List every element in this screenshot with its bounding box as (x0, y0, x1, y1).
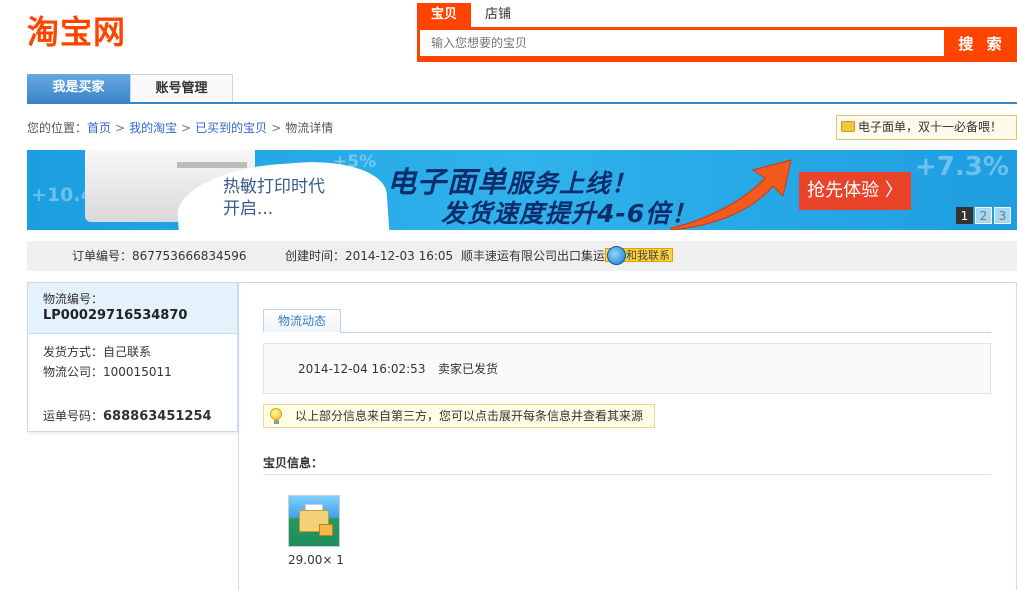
breadcrumb-separator: > (115, 121, 126, 135)
order-number: 订单编号：867753666834596 (72, 241, 247, 271)
search-input[interactable] (420, 30, 944, 56)
message-icon (841, 121, 855, 132)
company-value: 100015011 (103, 365, 172, 379)
promo-link-text: 电子面单，双十一必备喂！ (858, 120, 1003, 134)
third-party-info-tip: 以上部分信息来自第三方，您可以点击展开每条信息并查看其来源 (263, 404, 655, 428)
tab-account-management[interactable]: 账号管理 (130, 74, 233, 102)
tracking-event-status: 卖家已发货 (438, 362, 499, 376)
logistics-summary-panel: 物流编号： LP00029716534870 发货方式：自己联系 物流公司：10… (27, 282, 238, 432)
banner-side-text: 热敏打印时代 开启... (223, 176, 325, 220)
content-divider (238, 282, 239, 590)
logo-text: 淘宝网 (27, 13, 127, 51)
waybill-value: 688863451254 (103, 409, 212, 424)
search-box: 搜 索 (417, 27, 1017, 62)
search-tab-items[interactable]: 宝贝 (417, 3, 472, 27)
order-info-bar: 订单编号：867753666834596 创建时间：2014-12-03 16:… (27, 241, 1017, 271)
banner-page-2[interactable]: 2 (975, 207, 992, 224)
breadcrumb-prefix: 您的位置： (27, 121, 88, 135)
logistics-id-label: 物流编号： (43, 292, 104, 306)
tab-logistics-updates[interactable]: 物流动态 (263, 309, 341, 333)
breadcrumb-my-taobao[interactable]: 我的淘宝 (129, 121, 177, 135)
order-number-value: 867753666834596 (132, 249, 247, 263)
tab-buyer[interactable]: 我是买家 (27, 74, 130, 102)
order-created: 创建时间：2014-12-03 16:05 (285, 241, 453, 271)
growth-arrow-icon (670, 159, 792, 230)
chevron-right-icon: 〉 (884, 180, 903, 201)
try-now-label: 抢先体验 (807, 180, 880, 201)
product-thumbnail[interactable] (288, 495, 340, 547)
product-price-qty: 29.00× 1 (288, 553, 344, 567)
promo-link[interactable]: 电子面单，双十一必备喂！ (836, 115, 1017, 140)
company-row: 物流公司：100015011 (43, 362, 237, 382)
banner-side-line2: 开启... (223, 199, 274, 219)
ship-method-value: 自己联系 (103, 345, 152, 359)
banner-decor-number: +7.3% (915, 152, 1009, 182)
breadcrumb-current: 物流详情 (285, 121, 334, 135)
search-area: 宝贝 店铺 搜 索 (417, 3, 1017, 62)
ad-banner[interactable]: +10.4% +5% +7.3% 热敏打印时代 开启... 电子面单服务上线！ … (27, 150, 1017, 230)
banner-page-3[interactable]: 3 (994, 207, 1011, 224)
goods-info-title: 宝贝信息： (263, 456, 324, 470)
order-number-label: 订单编号： (72, 249, 133, 263)
taobao-logo[interactable]: 淘宝网 (27, 10, 127, 51)
lightbulb-icon (270, 408, 282, 424)
tip-text: 以上部分信息来自第三方，您可以点击展开每条信息并查看其来源 (295, 409, 644, 423)
main-tabs: 我是买家 账号管理 (27, 74, 1017, 104)
breadcrumb-separator: > (181, 121, 192, 135)
tab-underline (263, 332, 991, 333)
logistics-id-block: 物流编号： LP00029716534870 (28, 283, 237, 334)
goods-divider (263, 474, 991, 475)
content-top-border (238, 282, 1017, 283)
ship-method-row: 发货方式：自己联系 (43, 342, 237, 362)
order-created-value: 2014-12-03 16:05 (345, 249, 454, 263)
try-now-button[interactable]: 抢先体验 〉 (799, 172, 911, 210)
tracking-event-time: 2014-12-04 16:02:53 (298, 362, 426, 376)
banner-side-line1: 热敏打印时代 (223, 177, 325, 197)
logistics-id-value: LP00029716534870 (43, 308, 188, 323)
order-created-label: 创建时间： (285, 249, 346, 263)
contact-me-button[interactable]: 和我联系 (605, 246, 674, 265)
breadcrumb-bought-items[interactable]: 已买到的宝贝 (195, 121, 267, 135)
seller: 顺丰速运有限公司出口集运 和我联系 (461, 241, 674, 271)
search-tabs: 宝贝 店铺 (417, 3, 525, 27)
tracking-event[interactable]: 2014-12-04 16:02:53 卖家已发货 (263, 343, 991, 394)
company-label: 物流公司： (43, 365, 104, 379)
banner-subline: 发货速度提升4-6倍！ (441, 199, 698, 228)
banner-page-1[interactable]: 1 (956, 207, 973, 224)
ship-method-label: 发货方式： (43, 345, 104, 359)
waybill-label: 运单号码： (43, 409, 104, 423)
banner-pager: 1 2 3 (956, 207, 1011, 224)
breadcrumb-separator: > (271, 121, 282, 135)
breadcrumb: 您的位置：首页 > 我的淘宝 > 已买到的宝贝 > 物流详情 (27, 120, 333, 136)
logistics-details: 发货方式：自己联系 物流公司：100015011 (28, 334, 237, 382)
breadcrumb-home[interactable]: 首页 (87, 121, 111, 135)
waybill-row: 运单号码：688863451254 (43, 407, 212, 424)
search-button[interactable]: 搜 索 (947, 27, 1017, 62)
search-tab-shops[interactable]: 店铺 (471, 3, 525, 27)
seller-name[interactable]: 顺丰速运有限公司出口集运 (461, 249, 605, 263)
